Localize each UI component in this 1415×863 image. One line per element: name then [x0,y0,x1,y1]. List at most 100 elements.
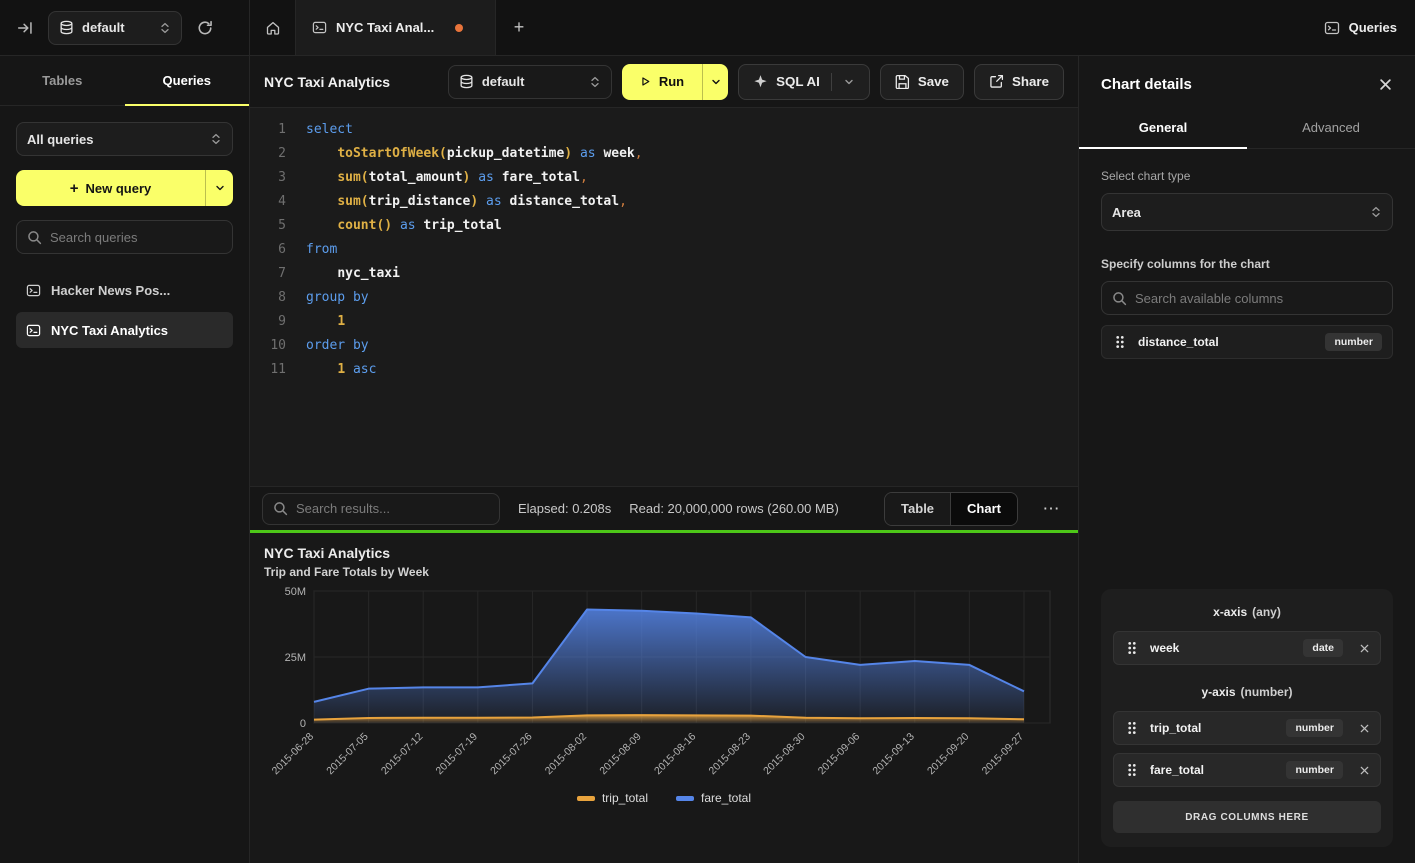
share-icon [989,74,1004,89]
database-icon [59,20,74,35]
database-selector[interactable]: default [48,11,182,45]
run-button[interactable]: Run [622,64,702,100]
sql-ai-button[interactable]: SQL AI [738,64,870,100]
remove-column-icon[interactable] [1359,643,1370,654]
search-columns-input[interactable] [1101,281,1393,315]
y-axis-items: trip_totalnumber fare_totalnumber [1113,711,1381,787]
svg-text:2015-08-09: 2015-08-09 [597,731,644,778]
code-line[interactable]: 9 1 [250,310,1078,334]
line-number: 4 [250,190,286,214]
unsaved-dot [455,24,463,32]
search-results-input[interactable] [262,493,500,525]
new-query-caret-button[interactable] [205,170,233,206]
chevrons-up-down-icon [1370,206,1382,218]
tab-nyc-taxi-analytics[interactable]: NYC Taxi Anal... [296,0,496,55]
sidebar-tabs: Tables Queries [0,56,249,106]
search-columns-field[interactable] [1135,291,1382,306]
sidebar-query-item[interactable]: NYC Taxi Analytics [16,312,233,348]
code-line[interactable]: 10order by [250,334,1078,358]
y-axis-heading: y-axis(number) [1113,683,1381,701]
top-bar-left: default [0,0,250,55]
new-query-button[interactable]: + New query [16,170,205,206]
code-line[interactable]: 3 sum(total_amount) as fare_total, [250,166,1078,190]
search-queries-input[interactable] [16,220,233,254]
available-columns: distance_totalnumber [1101,325,1393,359]
column-type-badge: number [1325,333,1382,351]
line-number: 1 [250,118,286,142]
query-database-selector[interactable]: default [448,65,612,99]
remove-column-icon[interactable] [1359,765,1370,776]
sql-editor[interactable]: 1select2 toStartOfWeek(pickup_datetime) … [250,108,1078,486]
axes-card: x-axis(any) weekdate y-axis(number) trip… [1101,589,1393,847]
tab-advanced[interactable]: Advanced [1247,107,1415,148]
drag-handle-icon[interactable] [1124,640,1140,656]
search-icon [1112,291,1127,306]
query-workspace: NYC Taxi Analytics default Run [250,56,1078,863]
home-tab[interactable] [250,0,296,55]
sidebar-query-item[interactable]: Hacker News Pos... [16,272,233,308]
code-line[interactable]: 4 sum(trip_distance) as distance_total, [250,190,1078,214]
svg-text:50M: 50M [285,586,306,598]
chart-title: NYC Taxi Analytics [264,545,1064,561]
drag-handle-icon[interactable] [1112,334,1128,350]
collapse-sidebar-icon[interactable] [12,15,38,41]
column-item[interactable]: fare_totalnumber [1113,753,1381,787]
line-number: 5 [250,214,286,238]
app-window: default NYC Taxi Anal... + Queries [0,0,1415,863]
code-line[interactable]: 5 count() as trip_total [250,214,1078,238]
column-item[interactable]: distance_totalnumber [1101,325,1393,359]
tab-general[interactable]: General [1079,107,1247,148]
remove-column-icon[interactable] [1359,723,1370,734]
drag-handle-icon[interactable] [1124,720,1140,736]
svg-text:2015-08-23: 2015-08-23 [707,731,754,778]
column-name: week [1150,641,1179,655]
sidebar-tab-tables[interactable]: Tables [0,56,125,105]
close-icon[interactable] [1378,77,1393,92]
more-options-button[interactable]: ⋯ [1036,494,1066,524]
code-line[interactable]: 6from [250,238,1078,262]
chevrons-up-down-icon [159,22,171,34]
legend-swatch [577,796,595,801]
drop-columns-target[interactable]: DRAG COLUMNS HERE [1113,801,1381,833]
view-toggle-table[interactable]: Table [885,493,950,525]
panel-title: Chart details [1101,76,1192,93]
refresh-icon[interactable] [192,15,218,41]
svg-text:2015-09-13: 2015-09-13 [870,731,917,778]
query-title: NYC Taxi Analytics [264,74,390,90]
legend-item[interactable]: trip_total [577,791,648,805]
save-button[interactable]: Save [880,64,964,100]
code-line[interactable]: 7 nyc_taxi [250,262,1078,286]
query-filter-select[interactable]: All queries [16,122,233,156]
sidebar-tab-queries[interactable]: Queries [125,56,250,105]
svg-text:2015-07-05: 2015-07-05 [324,731,371,778]
line-number: 11 [250,358,286,382]
svg-text:2015-08-30: 2015-08-30 [761,731,808,778]
query-list: Hacker News Pos... NYC Taxi Analytics [16,272,233,348]
top-bar-right: Queries [1306,0,1415,55]
column-item[interactable]: weekdate [1113,631,1381,665]
code-line[interactable]: 11 1 asc [250,358,1078,382]
legend-item[interactable]: fare_total [676,791,751,805]
search-queries-field[interactable] [50,230,222,245]
search-icon [27,230,42,245]
view-toggle-chart[interactable]: Chart [950,493,1017,525]
code-line[interactable]: 8group by [250,286,1078,310]
code-line[interactable]: 1select [250,118,1078,142]
chevrons-up-down-icon [210,133,222,145]
plus-icon: + [70,180,79,197]
queries-button[interactable]: Queries [1324,20,1397,36]
code-line[interactable]: 2 toStartOfWeek(pickup_datetime) as week… [250,142,1078,166]
panel-spacer [1101,369,1393,579]
share-button[interactable]: Share [974,64,1064,100]
search-results-field[interactable] [296,501,489,516]
run-options-caret[interactable] [702,64,728,100]
chart-type-select[interactable]: Area [1101,193,1393,231]
line-number: 6 [250,238,286,262]
new-tab-button[interactable]: + [496,0,542,55]
chart-type-label: Select chart type [1101,169,1393,183]
sidebar: Tables Queries All queries + New query [0,56,250,863]
drag-handle-icon[interactable] [1124,762,1140,778]
svg-text:2015-07-19: 2015-07-19 [433,731,480,778]
column-item[interactable]: trip_totalnumber [1113,711,1381,745]
line-number: 7 [250,262,286,286]
